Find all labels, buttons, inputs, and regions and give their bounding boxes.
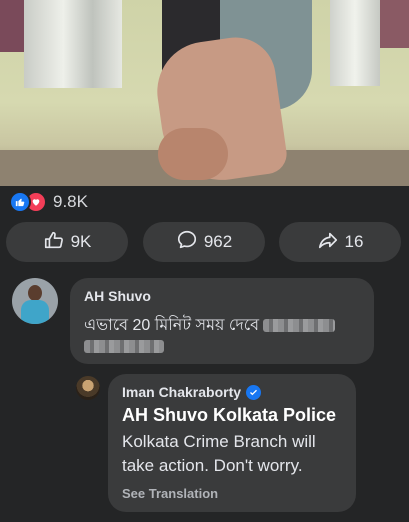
video-scene-shelf (380, 0, 409, 48)
reply-mention[interactable]: AH Shuvo Kolkata Police (122, 405, 336, 426)
reactions-summary[interactable]: 9.8K (9, 191, 88, 213)
video-scene-curtain (330, 0, 380, 86)
avatar-body (21, 300, 49, 324)
avatar[interactable] (76, 376, 100, 400)
like-button[interactable]: 9K (6, 222, 128, 262)
comment-text-line: এভাবে 20 মিনিট সময় দেবে (84, 312, 336, 339)
comment-icon (176, 229, 198, 256)
comment-count: 962 (203, 232, 233, 251)
comment-bubble: AH Shuvo এভাবে 20 মিনিট সময় দেবে (70, 278, 374, 364)
reply-text: Kolkata Crime Branch will take action. D… (122, 432, 316, 475)
reactions-count: 9.8K (53, 192, 88, 211)
redacted-text (84, 340, 164, 353)
share-icon (317, 229, 339, 256)
post-video[interactable] (0, 0, 409, 186)
share-button[interactable]: 16 (279, 222, 401, 262)
like-count: 9K (70, 232, 92, 251)
avatar-head (28, 285, 42, 301)
avatar[interactable] (12, 278, 58, 324)
reply-bubble: Iman Chakraborty AH Shuvo Kolkata Police… (108, 374, 356, 512)
comment-text: এভাবে 20 মিনিট সময় দেবে (84, 317, 260, 334)
video-scene-person-hand (158, 128, 228, 180)
share-count: 16 (344, 232, 364, 251)
like-icon (9, 191, 31, 213)
video-scene-curtain (24, 0, 122, 88)
redacted-text (263, 319, 336, 333)
reply-author-row: Iman Chakraborty (122, 384, 262, 400)
comment-author[interactable]: AH Shuvo (84, 288, 151, 304)
verified-badge-icon (246, 384, 262, 400)
see-translation-link[interactable]: See Translation (122, 486, 218, 501)
reply-author[interactable]: Iman Chakraborty (122, 384, 241, 400)
comment-button[interactable]: 962 (143, 222, 265, 262)
thumbs-up-icon (43, 229, 65, 256)
